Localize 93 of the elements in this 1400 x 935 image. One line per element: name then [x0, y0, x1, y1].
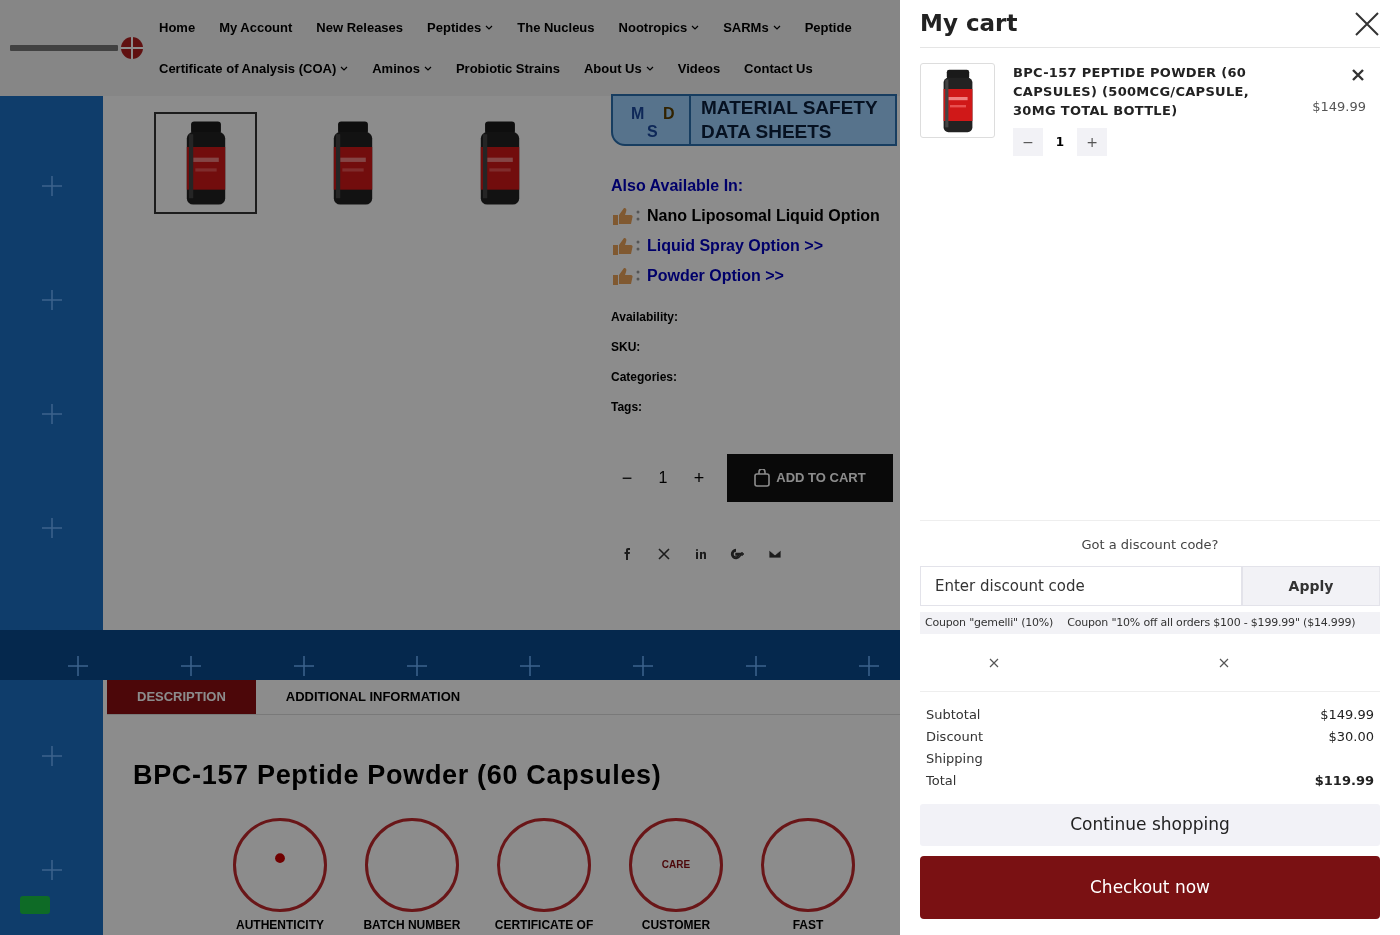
checkout-button[interactable]: Checkout now: [920, 856, 1380, 919]
google-plus-icon[interactable]: [730, 546, 746, 562]
total-label: Shipping: [926, 750, 983, 769]
plus-icon: [633, 656, 653, 676]
plus-icon: [41, 518, 62, 538]
plus-icon: [294, 656, 314, 676]
nav-link[interactable]: Peptide: [804, 17, 852, 37]
meta-label: Categories:: [611, 369, 678, 386]
plus-icon: [859, 656, 879, 676]
plus-icon: [68, 656, 88, 676]
increase-button[interactable]: +: [1077, 128, 1107, 156]
total-value: $30.00: [1328, 728, 1374, 747]
decrease-button[interactable]: −: [611, 464, 643, 492]
gallery-thumbnail[interactable]: [154, 112, 257, 214]
remove-coupon-icon[interactable]: [1219, 657, 1229, 668]
nav-link[interactable]: My Account: [219, 17, 293, 37]
msds-title: MATERIAL SAFETY: [701, 96, 878, 120]
feature-icon: [233, 817, 327, 912]
coupon-label: Coupon "10% off all orders $100 - $199.99" ($14.999): [1067, 614, 1356, 631]
nav-link[interactable]: New Releases: [316, 17, 404, 37]
nav-link[interactable]: Nootropics: [618, 17, 700, 37]
nav-link[interactable]: Home: [159, 17, 196, 37]
msds-title: DATA SHEETS: [701, 120, 833, 144]
chevron-icon: [485, 24, 494, 30]
plus-icon: [41, 746, 62, 766]
chevron-icon: [691, 24, 700, 30]
increase-button[interactable]: +: [683, 464, 715, 492]
product-title: BPC-157 Peptide Powder (60 Capsules): [133, 759, 662, 792]
nav-link[interactable]: Contact Us: [744, 59, 813, 79]
nav-link[interactable]: The Nucleus: [517, 17, 595, 37]
item-price: $149.99: [1312, 98, 1366, 116]
hazard-letter: M: [631, 104, 645, 124]
continue-shopping-button[interactable]: Continue shopping: [920, 804, 1380, 846]
plus-icon: [520, 656, 540, 676]
total-label: Subtotal: [926, 706, 981, 725]
coupon-label: Coupon "gemelli" (10%): [925, 614, 1054, 631]
total-value: $119.99: [1314, 772, 1374, 791]
decrease-button[interactable]: −: [1013, 128, 1043, 156]
remove-icon[interactable]: [1352, 69, 1364, 81]
linkedin-icon[interactable]: [693, 546, 709, 562]
total-label: Discount: [926, 728, 984, 747]
chevron-icon: [645, 66, 654, 72]
apply-button[interactable]: Apply: [1242, 566, 1380, 606]
plus-icon: [41, 176, 62, 196]
option-link[interactable]: Powder Option >>: [647, 264, 784, 288]
nav-link[interactable]: About Us: [583, 59, 654, 79]
add-to-cart-button[interactable]: ADD TO CART: [727, 454, 893, 502]
remove-coupon-icon[interactable]: [989, 657, 999, 668]
option-link[interactable]: Liquid Spray Option >>: [647, 234, 823, 258]
bag-icon: [754, 469, 771, 487]
quantity-field[interactable]: 1: [643, 466, 683, 490]
plus-icon: [181, 656, 201, 676]
chevron-icon: [423, 66, 432, 72]
hazard-letter: D: [663, 104, 675, 124]
nav-link[interactable]: Probiotic Strains: [455, 59, 560, 79]
logo-icon: [8, 35, 144, 61]
cart-title: My cart: [920, 9, 1018, 39]
plus-icon: [41, 290, 62, 310]
item-name: BPC-157 PEPTIDE POWDER (60 CAPSULES) (500MCG/CAPSULE, 30MG TOTAL BOTTLE): [1013, 64, 1250, 120]
meta-label: SKU:: [611, 339, 642, 356]
feature-icon: [761, 817, 855, 912]
nav-link[interactable]: Peptides: [427, 17, 494, 37]
discount-field[interactable]: Enter discount code: [920, 566, 1242, 606]
close-icon[interactable]: [1354, 10, 1380, 37]
feature-label: CERTIFICATE OF: [494, 916, 594, 934]
feature-icon: [365, 817, 459, 912]
total-label: Total: [926, 772, 957, 791]
tab[interactable]: DESCRIPTION: [107, 680, 256, 714]
nav-link[interactable]: Certificate of Analysis (COA): [159, 59, 349, 79]
feature-label: BATCH NUMBER: [363, 916, 461, 934]
chevron-icon: [340, 66, 349, 72]
plus-icon: [41, 404, 62, 424]
nav-link[interactable]: SARMs: [723, 17, 781, 37]
feature-label: AUTHENTICITY: [236, 916, 324, 934]
chevron-icon: [772, 24, 781, 30]
option-text: Nano Liposomal Liquid Option: [647, 206, 880, 226]
feature-icon: [497, 817, 591, 912]
meta-label: Tags:: [611, 399, 644, 416]
also-available-heading: Also Available In:: [611, 176, 744, 196]
feature-label: FAST: [792, 916, 824, 934]
feature-label: CUSTOMER: [641, 916, 711, 934]
hazard-letter: S: [647, 122, 658, 142]
nav-link[interactable]: Videos: [677, 59, 721, 79]
plus-icon: [746, 656, 766, 676]
discount-prompt: Got a discount code?: [1080, 535, 1220, 554]
x-icon[interactable]: [656, 546, 672, 562]
quantity-field[interactable]: 1: [1043, 128, 1077, 156]
care-text: CARE: [661, 858, 691, 872]
plus-icon: [407, 656, 427, 676]
nav-link[interactable]: Aminos: [372, 59, 432, 79]
meta-label: Availability:: [611, 309, 678, 326]
total-value: $149.99: [1320, 706, 1374, 725]
plus-icon: [41, 860, 62, 880]
